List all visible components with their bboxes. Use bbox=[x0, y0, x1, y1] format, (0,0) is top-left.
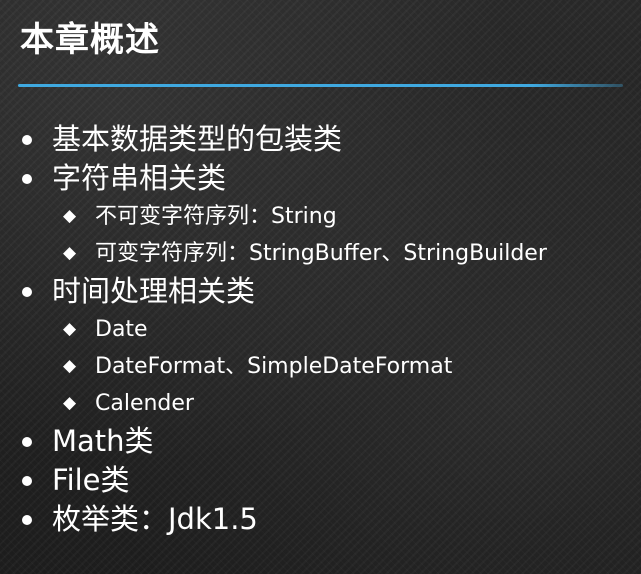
bullet-item: File类 bbox=[0, 461, 641, 500]
bullet-item: 时间处理相关类 bbox=[0, 272, 641, 311]
bullet-item: 字符串相关类 bbox=[0, 159, 641, 198]
bullet-icon bbox=[22, 515, 32, 525]
bullet-text: Math类 bbox=[52, 424, 154, 458]
sub-bullet-item: ◆ 不可变字符序列：String bbox=[0, 198, 641, 235]
bullet-text: 基本数据类型的包装类 bbox=[52, 122, 343, 156]
title-underline bbox=[18, 84, 623, 87]
sub-bullet-item: ◆ DateFormat、SimpleDateFormat bbox=[0, 348, 641, 385]
sub-bullet-text: 不可变字符序列：String bbox=[95, 204, 337, 229]
bullet-item: Math类 bbox=[0, 422, 641, 461]
sub-bullet-text: Calender bbox=[95, 391, 194, 416]
diamond-icon: ◆ bbox=[63, 356, 77, 376]
bullet-icon bbox=[22, 476, 32, 486]
sub-bullet-text: DateFormat、SimpleDateFormat bbox=[95, 354, 453, 379]
bullet-icon bbox=[22, 174, 32, 184]
diamond-icon: ◆ bbox=[63, 393, 77, 413]
bullet-item: 基本数据类型的包装类 bbox=[0, 120, 641, 159]
bullet-item: 枚举类：Jdk1.5 bbox=[0, 500, 641, 539]
bullet-text: 枚举类：Jdk1.5 bbox=[52, 502, 258, 536]
bullet-text: File类 bbox=[52, 463, 130, 497]
sub-bullet-text: Date bbox=[95, 317, 148, 342]
sub-bullet-item: ◆ 可变字符序列：StringBuffer、StringBuilder bbox=[0, 235, 641, 272]
sub-bullet-text: 可变字符序列：StringBuffer、StringBuilder bbox=[95, 241, 547, 266]
diamond-icon: ◆ bbox=[63, 319, 77, 339]
sub-bullet-item: ◆ Calender bbox=[0, 385, 641, 422]
bullet-icon bbox=[22, 135, 32, 145]
bullet-text: 字符串相关类 bbox=[52, 161, 227, 195]
bullet-icon bbox=[22, 287, 32, 297]
sub-bullet-item: ◆ Date bbox=[0, 311, 641, 348]
diamond-icon: ◆ bbox=[63, 206, 77, 226]
slide-title: 本章概述 bbox=[20, 20, 160, 60]
bullet-list: 基本数据类型的包装类 字符串相关类 ◆ 不可变字符序列：String ◆ 可变字… bbox=[0, 120, 641, 539]
bullet-icon bbox=[22, 437, 32, 447]
bullet-text: 时间处理相关类 bbox=[52, 274, 256, 308]
diamond-icon: ◆ bbox=[63, 243, 77, 263]
